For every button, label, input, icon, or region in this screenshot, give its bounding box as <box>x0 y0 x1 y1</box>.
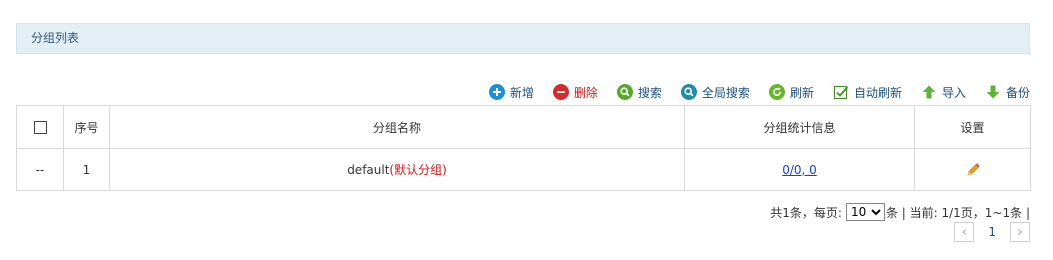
current-page-number[interactable]: 1 <box>988 225 996 239</box>
arrow-up-icon <box>922 85 936 99</box>
select-all-cell[interactable] <box>16 105 64 149</box>
pager-summary: 条 | 当前: 1/1页，1~1条 | <box>885 205 1030 220</box>
search-button[interactable]: 搜索 <box>616 84 662 101</box>
minus-icon <box>552 84 569 100</box>
delete-button[interactable]: 删除 <box>552 84 598 101</box>
header-settings: 设置 <box>914 105 1031 149</box>
row-group-name: default(默认分组) <box>109 148 685 191</box>
global-search-label: 全局搜索 <box>701 85 750 100</box>
checkbox-checked-icon <box>833 85 849 100</box>
refresh-button[interactable]: 刷新 <box>768 84 814 101</box>
header-group-stats: 分组统计信息 <box>684 105 915 149</box>
page-size-select[interactable]: 10 <box>845 203 885 221</box>
add-button[interactable]: 新增 <box>488 84 534 101</box>
add-label: 新增 <box>509 85 534 100</box>
refresh-icon <box>768 84 785 100</box>
row-settings-cell <box>914 148 1031 191</box>
select-all-checkbox[interactable] <box>33 121 47 134</box>
group-name-text: default <box>347 163 390 177</box>
auto-refresh-button[interactable]: 自动刷新 <box>833 84 902 101</box>
header-group-name: 分组名称 <box>109 105 685 149</box>
group-table: 序号 分组名称 分组统计信息 设置 -- 1 default(默认分组) 0/0… <box>16 105 1031 191</box>
backup-label: 备份 <box>1005 85 1030 100</box>
global-search-icon <box>680 84 697 100</box>
table-row: -- 1 default(默认分组) 0/0, 0 <box>16 148 1031 191</box>
row-check-cell: -- <box>16 148 64 191</box>
backup-button[interactable]: 备份 <box>985 84 1030 101</box>
row-stats-cell: 0/0, 0 <box>684 148 915 191</box>
default-group-note: (默认分组) <box>389 163 447 177</box>
pager-info: 共1条，每页: 10 条 | 当前: 1/1页，1~1条 | <box>770 203 1030 221</box>
header-seq: 序号 <box>63 105 110 149</box>
pencil-edit-icon[interactable] <box>965 162 981 178</box>
row-seq: 1 <box>63 148 110 191</box>
pager-total-prefix: 共1条，每页: <box>770 205 842 220</box>
panel-title-bar: 分组列表 <box>16 23 1030 54</box>
toolbar: 新增 删除 搜索 全局搜索 刷新 自动刷新 导入 备份 <box>470 82 1030 102</box>
import-label: 导入 <box>941 85 966 100</box>
pager-nav: ‹ 1 › <box>954 222 1030 242</box>
plus-icon <box>488 84 505 100</box>
import-button[interactable]: 导入 <box>921 84 966 101</box>
delete-label: 删除 <box>573 85 598 100</box>
prev-page-button[interactable]: ‹ <box>954 222 975 242</box>
search-icon <box>616 84 633 100</box>
table-header-row: 序号 分组名称 分组统计信息 设置 <box>16 105 1031 149</box>
next-page-button[interactable]: › <box>1010 222 1030 242</box>
group-stats-link[interactable]: 0/0, 0 <box>782 163 817 177</box>
global-search-button[interactable]: 全局搜索 <box>680 84 750 101</box>
panel-title: 分组列表 <box>31 31 80 45</box>
search-label: 搜索 <box>637 85 662 100</box>
auto-refresh-label: 自动刷新 <box>853 85 902 100</box>
arrow-down-icon <box>986 85 1000 99</box>
refresh-label: 刷新 <box>789 85 814 100</box>
